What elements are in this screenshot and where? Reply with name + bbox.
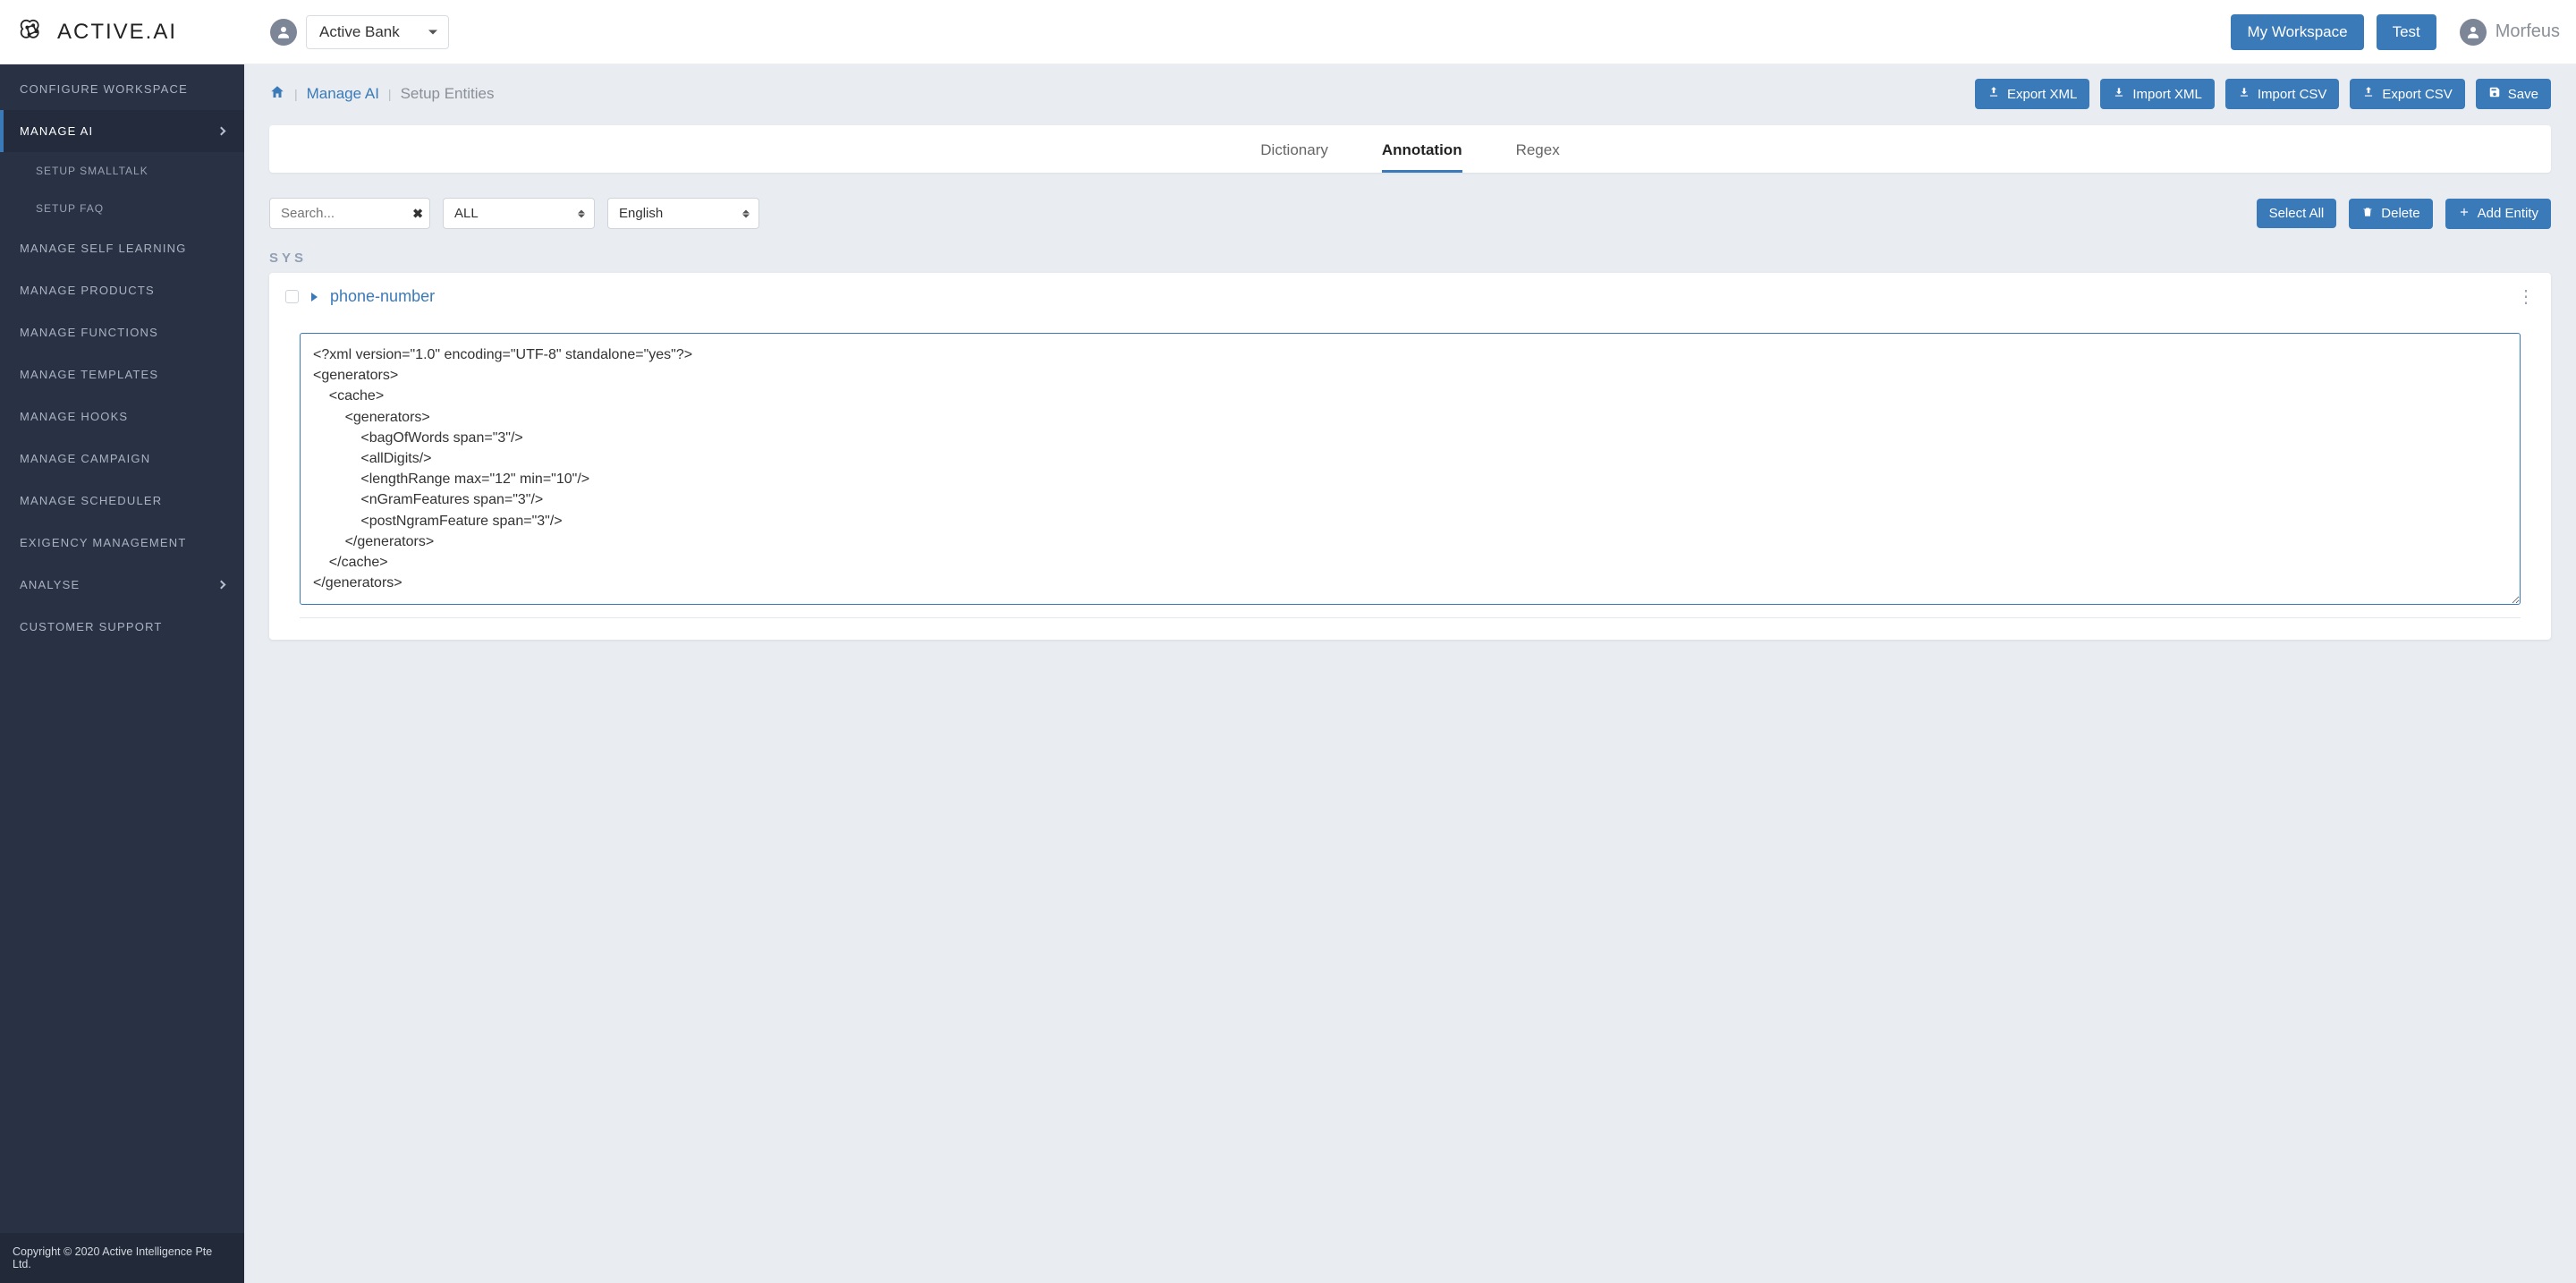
tab-dictionary[interactable]: Dictionary (1260, 136, 1328, 173)
workspace-select[interactable]: Active Bank (306, 15, 449, 49)
search-input[interactable] (269, 198, 430, 229)
download-icon (2238, 86, 2250, 102)
breadcrumb-sep: | (388, 87, 392, 101)
sidebar-item-manage-scheduler[interactable]: MANAGE SCHEDULER (0, 480, 244, 522)
save-icon (2488, 86, 2501, 102)
my-workspace-button[interactable]: My Workspace (2231, 14, 2363, 50)
entity-name[interactable]: phone-number (330, 287, 435, 306)
sidebar-item-manage-campaign[interactable]: MANAGE CAMPAIGN (0, 438, 244, 480)
upload-icon (1987, 86, 2000, 102)
export-csv-button[interactable]: Export CSV (2350, 79, 2464, 109)
xml-editor[interactable]: <?xml version="1.0" encoding="UTF-8" sta… (300, 333, 2521, 605)
sort-carets-icon (742, 209, 750, 217)
expand-caret-icon[interactable] (311, 293, 318, 302)
tabs-card: Dictionary Annotation Regex (269, 125, 2551, 173)
breadcrumb-row: | Manage AI | Setup Entities Export XML … (244, 64, 2576, 109)
sidebar-item-manage-products[interactable]: MANAGE PRODUCTS (0, 269, 244, 311)
breadcrumb-current: Setup Entities (401, 85, 495, 103)
tab-annotation[interactable]: Annotation (1382, 136, 1462, 173)
home-icon[interactable] (269, 84, 285, 105)
filter-row: ✖ ALL English Select All Delete (269, 198, 2551, 229)
sidebar-item-manage-templates[interactable]: MANAGE TEMPLATES (0, 353, 244, 395)
brand: ACTIVE.AI (16, 14, 245, 49)
sidebar-item-manage-self-learning[interactable]: MANAGE SELF LEARNING (0, 227, 244, 269)
plus-icon (2458, 206, 2470, 222)
delete-button[interactable]: Delete (2349, 199, 2432, 229)
entity-card: phone-number ⋮ <?xml version="1.0" encod… (269, 273, 2551, 640)
filter-select-language[interactable]: English (607, 198, 759, 229)
tab-regex[interactable]: Regex (1516, 136, 1560, 173)
filter-select-scope[interactable]: ALL (443, 198, 595, 229)
caret-down-icon (428, 30, 437, 34)
workspace-selected-label: Active Bank (319, 23, 400, 40)
trash-icon (2361, 206, 2374, 222)
sidebar: CONFIGURE WORKSPACE MANAGE AI SETUP SMAL… (0, 64, 244, 1283)
import-xml-button[interactable]: Import XML (2100, 79, 2215, 109)
select-all-button[interactable]: Select All (2257, 199, 2337, 228)
workspace-switch: Active Bank (270, 15, 449, 49)
sidebar-item-manage-hooks[interactable]: MANAGE HOOKS (0, 395, 244, 438)
sidebar-sub-setup-smalltalk[interactable]: SETUP SMALLTALK (0, 152, 244, 190)
brand-text: ACTIVE.AI (57, 20, 177, 45)
sidebar-item-manage-functions[interactable]: MANAGE FUNCTIONS (0, 311, 244, 353)
sort-carets-icon (578, 209, 585, 217)
sidebar-item-configure-workspace[interactable]: CONFIGURE WORKSPACE (0, 68, 244, 110)
search-wrap: ✖ (269, 198, 430, 229)
brain-icon (16, 14, 48, 49)
user-name: Morfeus (2496, 21, 2560, 42)
sidebar-footer: Copyright © 2020 Active Intelligence Pte… (0, 1233, 244, 1283)
user-avatar-icon (2460, 19, 2487, 46)
entity-head: phone-number ⋮ (269, 276, 2551, 317)
test-button[interactable]: Test (2377, 14, 2436, 50)
export-xml-button[interactable]: Export XML (1975, 79, 2089, 109)
sidebar-item-exigency-management[interactable]: EXIGENCY MANAGEMENT (0, 522, 244, 564)
import-csv-button[interactable]: Import CSV (2225, 79, 2340, 109)
add-entity-button[interactable]: Add Entity (2445, 199, 2551, 229)
breadcrumb-sep: | (294, 87, 298, 101)
workspace-avatar-icon (270, 19, 297, 46)
clear-icon[interactable]: ✖ (412, 206, 423, 221)
topbar: ACTIVE.AI Active Bank My Workspace Test … (0, 0, 2576, 64)
divider (300, 617, 2521, 618)
sidebar-item-customer-support[interactable]: CUSTOMER SUPPORT (0, 606, 244, 648)
kebab-menu-icon[interactable]: ⋮ (2517, 288, 2535, 306)
download-icon (2113, 86, 2125, 102)
upload-icon (2362, 86, 2375, 102)
user-area[interactable]: Morfeus (2460, 19, 2560, 46)
sidebar-item-analyse[interactable]: ANALYSE (0, 564, 244, 606)
chevron-right-icon (217, 127, 226, 136)
sidebar-sub-setup-faq[interactable]: SETUP FAQ (0, 190, 244, 227)
sidebar-item-manage-ai[interactable]: MANAGE AI (0, 110, 244, 152)
entity-checkbox[interactable] (285, 290, 299, 303)
breadcrumb-link-manage-ai[interactable]: Manage AI (307, 85, 379, 103)
save-button[interactable]: Save (2476, 79, 2551, 109)
content: | Manage AI | Setup Entities Export XML … (244, 64, 2576, 1283)
group-label-sys: SYS (269, 251, 2551, 266)
chevron-right-icon (217, 581, 226, 590)
